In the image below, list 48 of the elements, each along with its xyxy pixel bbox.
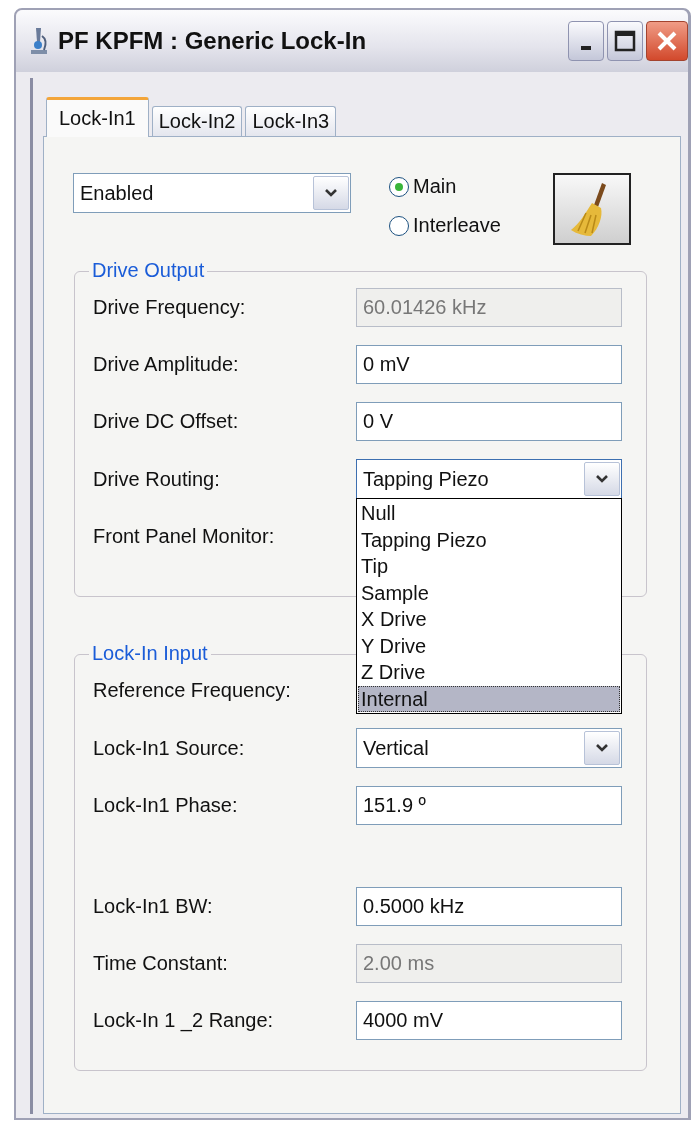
group-title: Drive Output [89,259,208,282]
mode-dropdown[interactable]: Enabled [73,173,351,213]
dropdown[interactable]: Vertical [356,728,622,768]
dropdown-option[interactable]: Internal [358,685,620,712]
dropdown-option[interactable]: Tapping Piezo [358,526,620,553]
dropdown-option[interactable]: Sample [358,579,620,606]
dropdown-option[interactable]: X Drive [358,606,620,633]
maximize-icon [614,30,636,52]
field-label: Time Constant: [93,952,229,975]
radio-button[interactable] [389,215,409,236]
field-label: Drive Amplitude: [93,353,240,376]
minimize-icon [581,46,591,50]
close-button[interactable] [646,21,688,61]
microscope-icon [28,26,50,56]
close-icon [655,29,679,53]
dropdown[interactable]: Tapping Piezo [356,459,622,499]
field-label: Lock-In1 Phase: [93,794,239,817]
field-label: Lock-In1 BW: [93,895,214,918]
window-title: PF KPFM : Generic Lock-In [58,27,368,55]
field-label: Lock-In 1 _2 Range: [93,1009,275,1032]
dropdown-option[interactable]: Tip [358,553,620,580]
field-label: Drive DC Offset: [93,410,240,433]
tab[interactable]: Lock-In2 [151,106,243,136]
tab[interactable]: Lock-In1 [46,97,149,137]
field-label: Drive Frequency: [93,296,247,319]
dropdown-option[interactable]: Z Drive [358,659,620,686]
radio-label: Main [413,175,457,198]
field-label: Lock-In1 Source: [93,736,246,760]
chevron-down-icon [595,474,609,484]
input-field[interactable]: 151.9 º [356,786,622,825]
input-field[interactable]: 4000 mV [356,1001,622,1040]
input-field[interactable]: 0.5000 kHz [356,887,622,926]
tab[interactable]: Lock-In3 [245,106,337,136]
input-field[interactable]: 0 mV [356,345,622,384]
chevron-down-icon [595,743,609,753]
field-label: Drive Routing: [93,467,221,491]
maximize-button[interactable] [607,21,643,61]
dropdown-option[interactable]: Y Drive [358,632,620,659]
radio-label: Interleave [413,214,501,237]
field-label: Reference Frequency: [93,679,292,702]
radio-button[interactable] [389,176,409,197]
field-label: Front Panel Monitor: [93,525,276,548]
chevron-down-icon [324,188,338,198]
dropdown-option[interactable]: Null [358,500,620,527]
group-title: Lock-In Input [89,642,211,665]
input-field[interactable]: 0 V [356,402,622,441]
clear-button[interactable] [552,173,631,245]
minimize-button[interactable] [568,21,604,61]
